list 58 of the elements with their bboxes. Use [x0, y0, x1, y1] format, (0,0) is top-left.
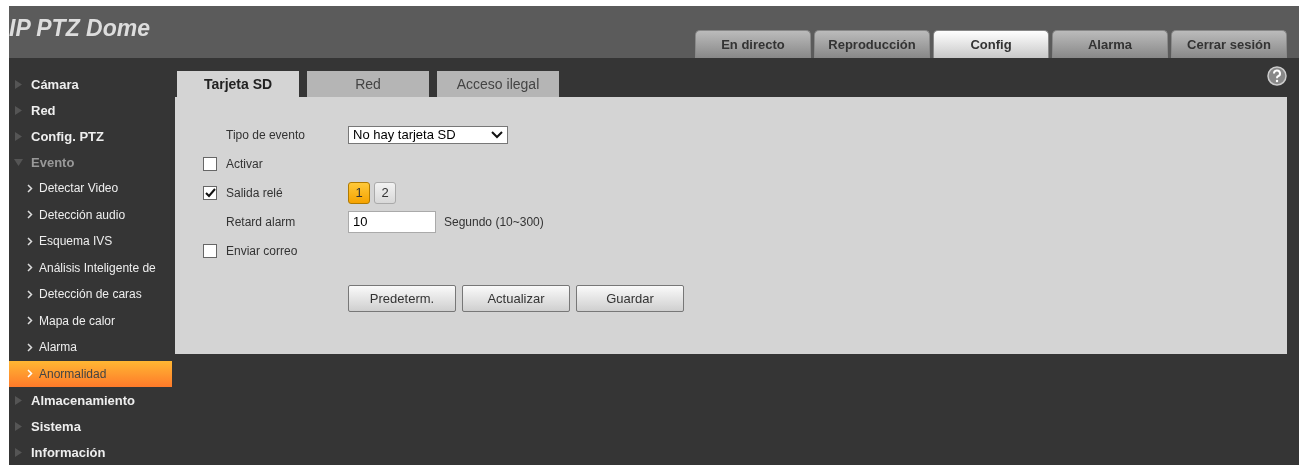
sidebar-subitem[interactable]: Detectar Video [9, 175, 172, 202]
app-title: IP PTZ Dome [9, 14, 150, 42]
chevron-right-icon [27, 236, 33, 246]
caret-right-icon [14, 79, 23, 89]
field-label: Retard alarm [226, 214, 296, 229]
chevron-down-icon [491, 130, 503, 139]
sidebar-item[interactable]: Sistema [9, 413, 172, 439]
sidebar-item[interactable]: Almacenamiento [9, 387, 172, 413]
sidebar-item[interactable]: Información [9, 439, 172, 465]
input-field[interactable]: 10 [348, 210, 436, 233]
chevron-right-icon [27, 210, 33, 220]
sidebar-subitem[interactable]: Anormalidad [9, 360, 172, 387]
caret-right-icon [14, 421, 23, 431]
checkmark-icon [204, 187, 216, 198]
help-icon[interactable] [1267, 66, 1287, 86]
nav-tab[interactable]: Cerrar sesión [1171, 30, 1287, 58]
action-button[interactable]: Actualizar [462, 285, 570, 312]
sidebar-item[interactable]: Red [9, 97, 172, 123]
nav-tab[interactable]: Alarma [1052, 30, 1168, 58]
chevron-right-icon [27, 342, 33, 352]
checkbox[interactable] [203, 156, 217, 171]
field-label: Enviar correo [226, 243, 298, 258]
content-tab[interactable]: Tarjeta SD [177, 71, 299, 97]
caret-down-icon [14, 157, 23, 167]
channel-button[interactable]: 2 [374, 181, 396, 204]
sidebar-item[interactable]: Evento [9, 149, 172, 175]
content-tab[interactable]: Red [307, 71, 429, 97]
event-type-select[interactable]: No hay tarjeta SD [348, 125, 508, 144]
chevron-right-icon [27, 263, 33, 273]
chevron-right-icon [27, 289, 33, 299]
nav-tab[interactable]: Reproducción [814, 30, 930, 58]
caret-right-icon [14, 447, 23, 457]
field-label: Tipo de evento [226, 127, 305, 142]
sidebar-subitem[interactable]: Alarma [9, 334, 172, 361]
sidebar-subitem[interactable]: Esquema IVS [9, 228, 172, 255]
sidebar-subitem[interactable]: Detección de caras [9, 281, 172, 308]
nav-tab[interactable]: En directo [695, 30, 811, 58]
checkbox[interactable] [203, 243, 217, 258]
caret-right-icon [14, 395, 23, 405]
sidebar-subitem[interactable]: Mapa de calor [9, 307, 172, 334]
chevron-right-icon [27, 316, 33, 326]
nav-tab[interactable]: Config [933, 30, 1049, 58]
action-button[interactable]: Predeterm. [348, 285, 456, 312]
range-hint: Segundo (10~300) [444, 214, 544, 229]
chevron-right-icon [27, 369, 33, 379]
action-button[interactable]: Guardar [576, 285, 684, 312]
caret-right-icon [14, 131, 23, 141]
content-tab[interactable]: Acceso ilegal [437, 71, 559, 97]
caret-right-icon [14, 105, 23, 115]
field-label: Activar [226, 156, 263, 171]
field-label: Salida relé [226, 185, 283, 200]
checkbox[interactable] [203, 185, 217, 200]
sidebar-item[interactable]: Cámara [9, 71, 172, 97]
chevron-right-icon [27, 183, 33, 193]
sidebar-subitem[interactable]: Detección audio [9, 201, 172, 228]
channel-button[interactable]: 1 [348, 181, 370, 204]
sidebar-subitem[interactable]: Análisis Inteligente de [9, 254, 172, 281]
sidebar-item[interactable]: Config. PTZ [9, 123, 172, 149]
